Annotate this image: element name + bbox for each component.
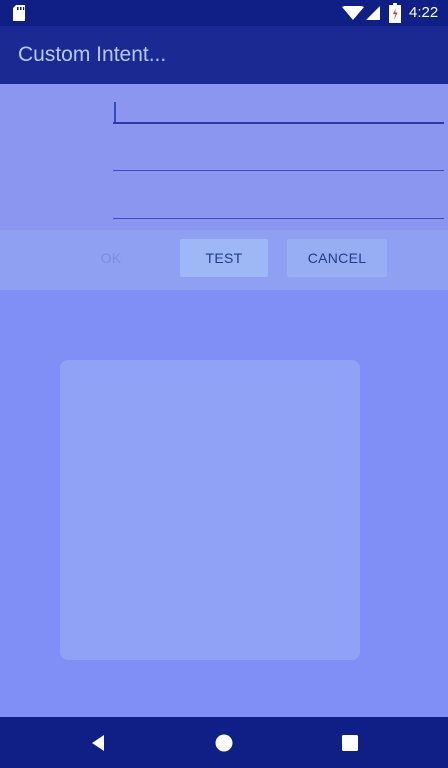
cancel-button[interactable]: CANCEL xyxy=(287,239,387,277)
wifi-icon xyxy=(342,6,364,20)
status-time: 4:22 xyxy=(409,4,439,21)
cellular-signal-icon xyxy=(366,6,380,20)
dialog-button-bar: OK TEST CANCEL xyxy=(0,230,448,290)
field-underline xyxy=(113,122,444,124)
home-icon[interactable] xyxy=(214,733,234,753)
back-icon[interactable] xyxy=(88,733,108,753)
intent-field-3[interactable] xyxy=(113,189,444,219)
ok-button[interactable]: OK xyxy=(84,239,138,277)
app-bar: Custom Intent... xyxy=(0,26,448,84)
background-content xyxy=(0,290,448,717)
text-cursor xyxy=(114,102,116,122)
background-panel xyxy=(60,360,360,660)
test-button[interactable]: TEST xyxy=(180,239,268,277)
navigation-bar xyxy=(0,717,448,768)
field-underline xyxy=(113,218,444,219)
battery-icon xyxy=(389,3,401,23)
status-bar: 4:22 xyxy=(0,0,448,26)
field-underline xyxy=(113,170,444,171)
intent-field-1[interactable] xyxy=(113,94,444,124)
page-title: Custom Intent... xyxy=(18,43,167,66)
recents-icon[interactable] xyxy=(341,734,359,752)
sd-card-icon xyxy=(13,5,25,21)
intent-field-2[interactable] xyxy=(113,141,444,171)
